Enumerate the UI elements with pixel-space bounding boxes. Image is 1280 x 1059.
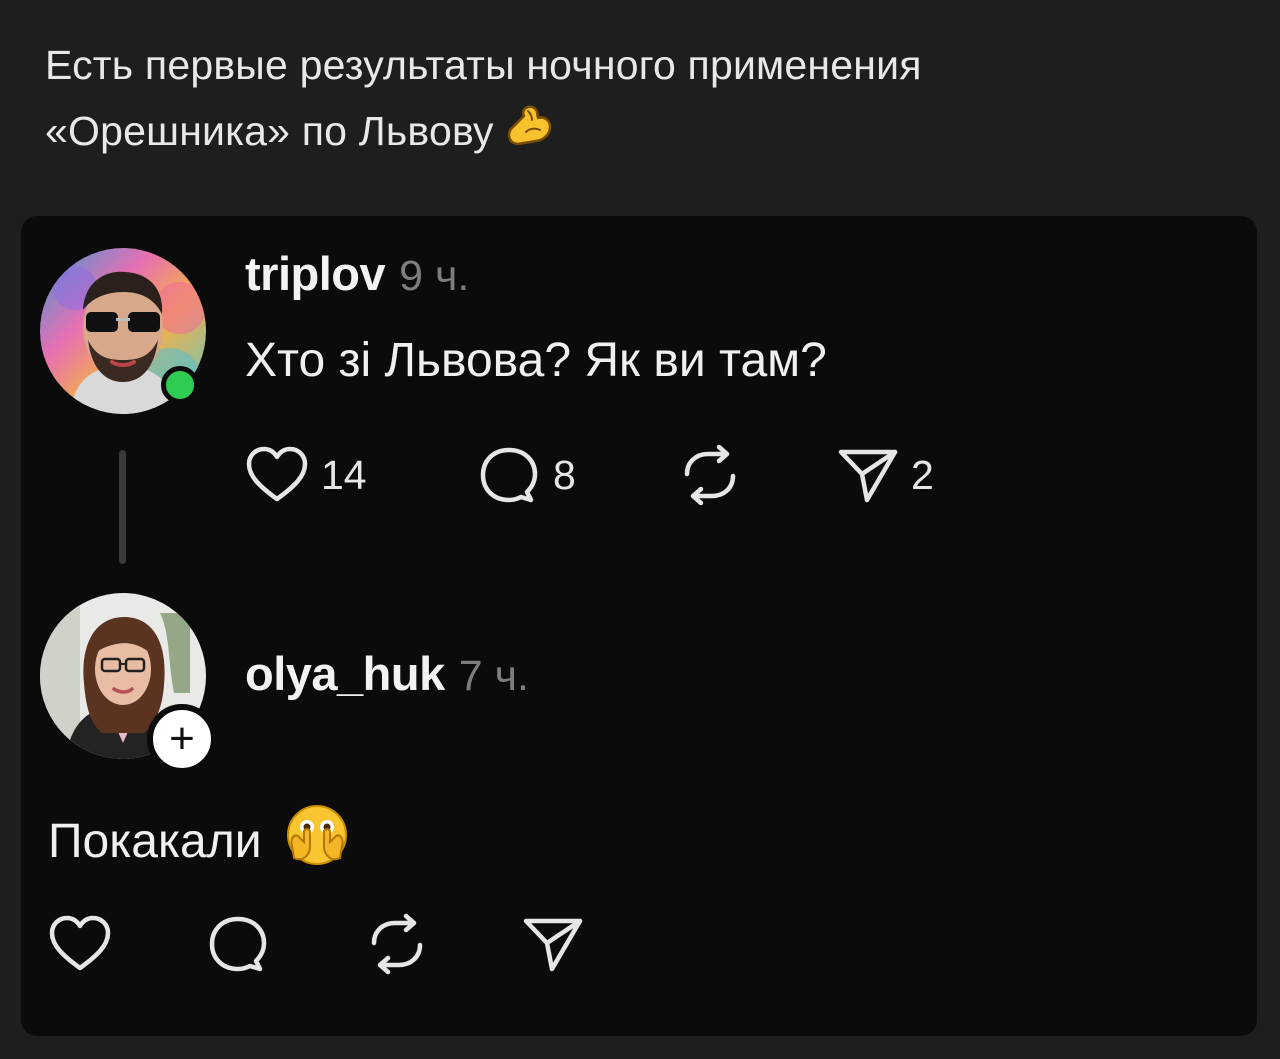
post-actions: 14 8 2 <box>245 444 934 506</box>
thread-connector-line <box>119 450 126 564</box>
username-link[interactable]: olya_huk <box>245 647 445 700</box>
face-with-open-eyes-and-hand-over-mouth-icon <box>284 802 350 880</box>
thread-card: triplov 9 ч. Хто зі Львова? Як ви там? 14… <box>21 216 1257 1036</box>
comment-button[interactable]: 8 <box>477 445 677 505</box>
post-actions <box>48 913 584 975</box>
share-count: 2 <box>911 451 934 498</box>
post-author-row: triplov 9 ч. <box>245 246 469 301</box>
follow-plus-button[interactable]: + <box>147 704 217 774</box>
comment-count: 8 <box>553 451 576 498</box>
online-status-dot <box>161 366 199 404</box>
like-button[interactable] <box>48 915 206 973</box>
like-count: 14 <box>321 451 367 498</box>
flexed-biceps-icon <box>504 101 554 167</box>
send-icon <box>838 449 898 503</box>
caption-line-1: Есть первые результаты ночного применени… <box>45 42 922 88</box>
heart-icon <box>49 915 111 971</box>
repost-button[interactable] <box>677 444 837 506</box>
share-button[interactable]: 2 <box>837 446 934 504</box>
post-time: 9 ч. <box>399 252 470 300</box>
repost-button[interactable] <box>364 913 522 975</box>
post-text: Хто зі Львова? Як ви там? <box>245 334 827 387</box>
post-time: 7 ч. <box>458 652 529 700</box>
username-link[interactable]: triplov <box>245 247 386 300</box>
caption-line-2-text: «Орешника» по Львову <box>45 108 494 154</box>
comment-bubble-icon <box>209 916 267 972</box>
heart-icon <box>246 446 308 502</box>
share-button[interactable] <box>522 915 584 973</box>
comment-button[interactable] <box>206 914 364 974</box>
send-icon <box>523 918 583 972</box>
repost-icon <box>371 913 423 975</box>
caption-line-2: «Орешника» по Львову <box>45 98 1225 167</box>
post-text-row: Покакали <box>48 802 350 880</box>
like-button[interactable]: 14 <box>245 446 477 504</box>
comment-bubble-icon <box>480 447 538 503</box>
message-caption: Есть первые результаты ночного применени… <box>45 32 1225 167</box>
post-author-row: olya_huk 7 ч. <box>245 646 529 701</box>
repost-icon <box>684 444 736 506</box>
post-text: Покакали <box>48 814 262 868</box>
